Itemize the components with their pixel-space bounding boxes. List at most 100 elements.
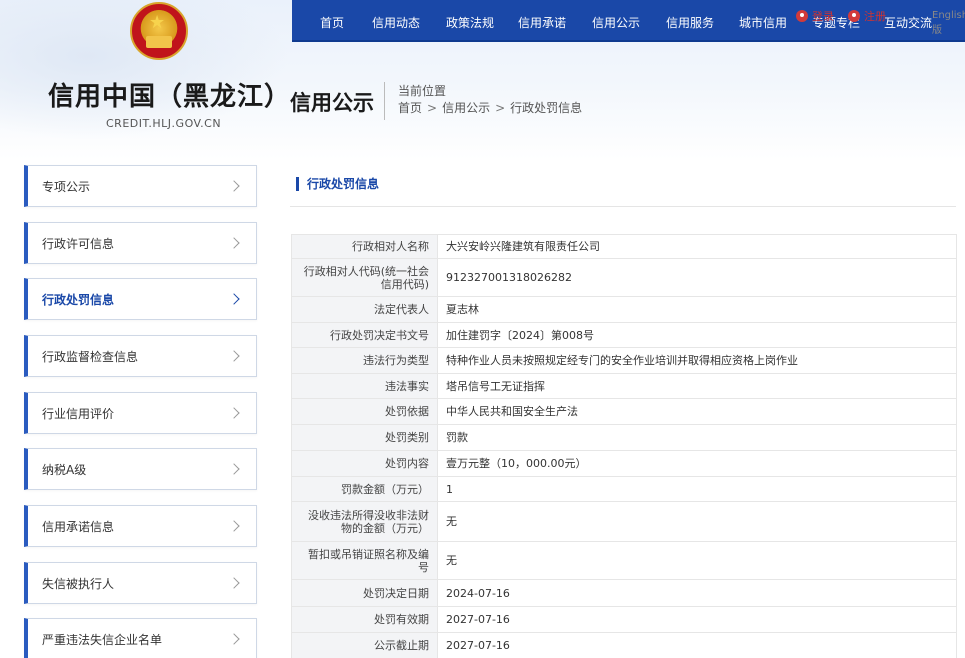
language-link[interactable]: English版 xyxy=(932,10,965,36)
field-value: 夏志林 xyxy=(437,296,957,323)
field-value: 2027-07-16 xyxy=(437,632,957,658)
table-row: 违法行为类型 特种作业人员未按照规定经专门的安全作业培训并取得相应资格上岗作业 xyxy=(291,347,957,374)
chevron-right-icon xyxy=(228,350,240,362)
nav-city-credit[interactable]: 城市信用 xyxy=(739,14,787,31)
field-label: 公示截止期 xyxy=(291,632,438,658)
field-label: 法定代表人 xyxy=(291,296,438,323)
field-label: 行政相对人代码(统一社会信用代码) xyxy=(291,258,438,297)
field-value: 2027-07-16 xyxy=(437,606,957,633)
table-row: 处罚有效期 2027-07-16 xyxy=(291,606,957,633)
sidebar-item-label: 纳税A级 xyxy=(42,462,87,477)
table-row: 行政相对人名称 大兴安岭兴隆建筑有限责任公司 xyxy=(291,234,957,259)
section-title: 信用公示 xyxy=(290,91,374,115)
divider xyxy=(384,82,385,120)
table-row: 公示截止期 2027-07-16 xyxy=(291,632,957,658)
table-row: 没收违法所得没收非法财物的金额（万元） 无 xyxy=(291,501,957,542)
register-icon xyxy=(848,10,860,22)
field-label: 没收违法所得没收非法财物的金额（万元） xyxy=(291,501,438,542)
sidebar-item-label: 行政处罚信息 xyxy=(42,292,115,307)
chevron-right-icon xyxy=(228,633,240,645)
content-heading: 行政处罚信息 xyxy=(296,177,379,191)
field-label: 行政处罚决定书文号 xyxy=(291,322,438,348)
breadcrumb-current: 行政处罚信息 xyxy=(510,101,583,115)
field-value: 加住建罚字〔2024〕第008号 xyxy=(437,322,957,348)
nav-policy[interactable]: 政策法规 xyxy=(446,14,494,31)
breadcrumb-separator-icon: > xyxy=(427,100,438,115)
field-value: 罚款 xyxy=(437,424,957,451)
sidebar-item-label: 严重违法失信企业名单 xyxy=(42,632,163,647)
table-row: 暂扣或吊销证照名称及编号 无 xyxy=(291,541,957,580)
table-row: 罚款金额（万元） 1 xyxy=(291,476,957,502)
field-value: 无 xyxy=(437,541,957,580)
nav-credit-commitment[interactable]: 信用承诺 xyxy=(518,14,566,31)
field-value: 912327001318026282 xyxy=(437,258,957,297)
field-label: 违法事实 xyxy=(291,373,438,399)
breadcrumb-label: 当前位置 xyxy=(398,84,447,98)
breadcrumb-credit-publicity[interactable]: 信用公示 xyxy=(442,99,490,116)
national-emblem-icon: ★ xyxy=(130,2,188,60)
sidebar-item-license[interactable]: 行政许可信息 xyxy=(24,222,257,264)
nav-credit-publicity[interactable]: 信用公示 xyxy=(592,14,640,31)
site-domain: CREDIT.HLJ.GOV.CN xyxy=(106,117,222,130)
nav-credit-news[interactable]: 信用动态 xyxy=(372,14,420,31)
login-icon xyxy=(796,10,808,22)
table-row: 处罚依据 中华人民共和国安全生产法 xyxy=(291,398,957,425)
chevron-right-icon xyxy=(228,407,240,419)
chevron-right-icon xyxy=(228,237,240,249)
sidebar-item-inspection[interactable]: 行政监督检查信息 xyxy=(24,335,257,377)
field-label: 处罚决定日期 xyxy=(291,579,438,607)
nav-credit-service[interactable]: 信用服务 xyxy=(666,14,714,31)
table-row: 处罚内容 壹万元整（10，000.00元） xyxy=(291,450,957,477)
chevron-right-icon xyxy=(228,463,240,475)
field-value: 中华人民共和国安全生产法 xyxy=(437,398,957,425)
account-links: 登录 注册 xyxy=(796,8,886,24)
divider xyxy=(290,206,956,207)
field-label: 暂扣或吊销证照名称及编号 xyxy=(291,541,438,580)
sidebar-item-dishonest[interactable]: 失信被执行人 xyxy=(24,562,257,604)
field-value: 壹万元整（10，000.00元） xyxy=(437,450,957,477)
sidebar-item-special[interactable]: 专项公示 xyxy=(24,165,257,207)
sidebar-item-serious-violation[interactable]: 严重违法失信企业名单 xyxy=(24,618,257,658)
chevron-right-icon xyxy=(228,180,240,192)
field-value: 2024-07-16 xyxy=(437,579,957,607)
table-row: 法定代表人 夏志林 xyxy=(291,296,957,323)
sidebar-item-industry-rating[interactable]: 行业信用评价 xyxy=(24,392,257,434)
field-label: 处罚有效期 xyxy=(291,606,438,633)
sidebar-item-label: 失信被执行人 xyxy=(42,576,115,591)
breadcrumb: 首页 > 信用公示 > 行政处罚信息 xyxy=(398,99,582,116)
login-link[interactable]: 登录 xyxy=(812,8,834,24)
sidebar-item-label: 信用承诺信息 xyxy=(42,519,115,534)
breadcrumb-separator-icon: > xyxy=(495,100,506,115)
field-label: 处罚依据 xyxy=(291,398,438,425)
field-label: 处罚类别 xyxy=(291,424,438,451)
sidebar-item-label: 行业信用评价 xyxy=(42,406,115,421)
table-row: 违法事实 塔吊信号工无证指挥 xyxy=(291,373,957,399)
table-row: 处罚决定日期 2024-07-16 xyxy=(291,579,957,607)
table-row: 处罚类别 罚款 xyxy=(291,424,957,451)
breadcrumb-home[interactable]: 首页 xyxy=(398,99,422,116)
field-label: 违法行为类型 xyxy=(291,347,438,374)
sidebar-item-tax-a[interactable]: 纳税A级 xyxy=(24,448,257,490)
field-label: 行政相对人名称 xyxy=(291,234,438,259)
table-row: 行政相对人代码(统一社会信用代码) 912327001318026282 xyxy=(291,258,957,297)
sidebar-item-label: 专项公示 xyxy=(42,179,91,194)
sidebar-item-label: 行政监督检查信息 xyxy=(42,349,139,364)
register-link[interactable]: 注册 xyxy=(864,8,886,24)
sidebar-item-commitment[interactable]: 信用承诺信息 xyxy=(24,505,257,547)
field-label: 罚款金额（万元） xyxy=(291,476,438,502)
field-value: 塔吊信号工无证指挥 xyxy=(437,373,957,399)
nav-home[interactable]: 首页 xyxy=(320,14,344,31)
field-value: 大兴安岭兴隆建筑有限责任公司 xyxy=(437,234,957,259)
site-title[interactable]: 信用中国（黑龙江） xyxy=(48,76,291,113)
chevron-right-icon xyxy=(228,520,240,532)
field-value: 1 xyxy=(437,476,957,502)
field-value: 特种作业人员未按照规定经专门的安全作业培训并取得相应资格上岗作业 xyxy=(437,347,957,374)
chevron-right-icon xyxy=(228,577,240,589)
penalty-detail-table: 行政相对人名称 大兴安岭兴隆建筑有限责任公司 行政相对人代码(统一社会信用代码)… xyxy=(291,234,957,658)
field-label: 处罚内容 xyxy=(291,450,438,477)
chevron-right-icon xyxy=(228,293,240,305)
field-value: 无 xyxy=(437,501,957,542)
nav-interaction[interactable]: 互动交流 xyxy=(884,14,932,31)
sidebar-item-label: 行政许可信息 xyxy=(42,236,115,251)
sidebar-item-penalty[interactable]: 行政处罚信息 xyxy=(24,278,257,320)
